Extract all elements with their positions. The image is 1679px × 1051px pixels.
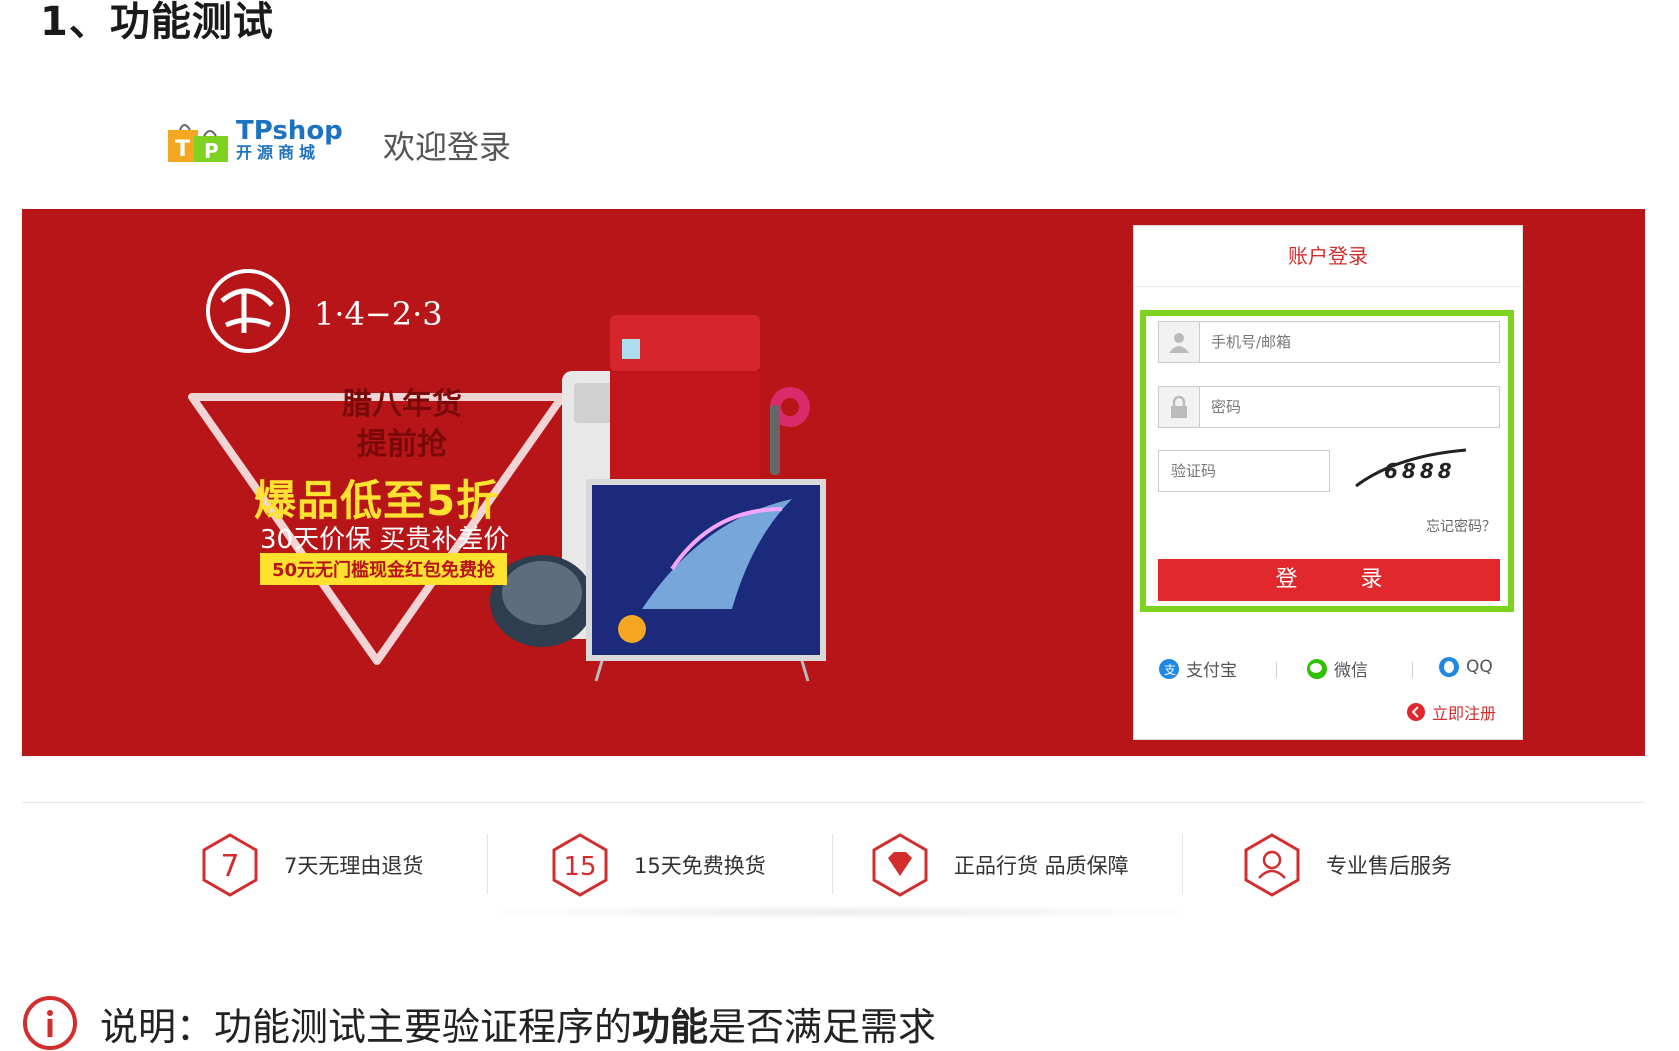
service-exchange: 15 15天免费换货 bbox=[550, 832, 766, 898]
brand-subtitle: 开源商城 bbox=[236, 143, 321, 162]
service-genuine-label: 正品行货 品质保障 bbox=[954, 854, 1129, 878]
service-support-label: 专业售后服务 bbox=[1326, 854, 1452, 878]
info-icon bbox=[23, 996, 77, 1050]
svg-text:T: T bbox=[175, 137, 190, 162]
captcha-image[interactable]: 6888 bbox=[1354, 448, 1472, 494]
social-separator bbox=[1276, 662, 1277, 678]
note-emphasis: 功能 bbox=[632, 1004, 709, 1049]
slide-heading: 1、功能测试 bbox=[40, 0, 274, 45]
svg-text:P: P bbox=[204, 139, 219, 163]
strip-shadow bbox=[460, 905, 1220, 919]
wechat-login[interactable]: 微信 bbox=[1306, 656, 1368, 681]
alipay-icon: 支 bbox=[1159, 658, 1179, 679]
welcome-text: 欢迎登录 bbox=[383, 128, 512, 166]
captcha-placeholder: 验证码 bbox=[1171, 462, 1217, 480]
promo-line1: 腊八年货 bbox=[342, 387, 462, 422]
service-exchange-label: 15天免费换货 bbox=[634, 854, 766, 878]
social-login: 支 支付宝 微信 QQ bbox=[1158, 656, 1500, 686]
note-prefix: 说明：功能测试主要验证程序的 bbox=[100, 1004, 633, 1049]
brand-name: TPshop bbox=[236, 116, 343, 146]
shopping-bag-icon: T P bbox=[168, 124, 228, 163]
social-separator bbox=[1412, 662, 1413, 678]
login-button[interactable]: 登 录 bbox=[1158, 559, 1500, 601]
hexagon-15-icon: 15 bbox=[552, 833, 608, 897]
password-placeholder: 密码 bbox=[1211, 398, 1242, 416]
explanation-note: 说明：功能测试主要验证程序的功能是否满足需求 bbox=[22, 995, 936, 1051]
service-separator bbox=[1182, 834, 1183, 894]
login-panel: 账户登录 手机号/邮箱 密码 验证码 6888 忘记密码？ 登 录 支 支付宝 … bbox=[1133, 225, 1523, 740]
user-icon bbox=[1159, 322, 1200, 362]
login-title: 账户登录 bbox=[1134, 226, 1522, 287]
forgot-password-link[interactable]: 忘记密码？ bbox=[1426, 516, 1496, 536]
svg-text:支: 支 bbox=[1164, 663, 1176, 677]
wechat-label: 微信 bbox=[1334, 661, 1368, 681]
qq-icon bbox=[1439, 657, 1459, 677]
tpshop-logo[interactable]: T P TPshop 开源商城 bbox=[166, 116, 343, 166]
alipay-login[interactable]: 支 支付宝 bbox=[1158, 656, 1237, 681]
svg-text:15: 15 bbox=[563, 852, 596, 882]
register-link[interactable]: 立即注册 bbox=[1406, 700, 1496, 724]
captcha-text: 6888 bbox=[1384, 459, 1456, 483]
qq-label: QQ bbox=[1466, 657, 1493, 677]
lock-icon bbox=[1159, 387, 1200, 427]
service-strip: 7 7天无理由退货 15 15天免费换货 正品行货 品质保障 专业售后服务 bbox=[22, 812, 1645, 912]
alipay-label: 支付宝 bbox=[1186, 661, 1237, 681]
svg-text:7: 7 bbox=[220, 849, 239, 884]
hexagon-7-icon: 7 bbox=[202, 833, 258, 897]
service-separator bbox=[487, 834, 488, 894]
note-suffix: 是否满足需求 bbox=[708, 1004, 937, 1049]
diamond-icon bbox=[872, 833, 928, 897]
promo-line2: 提前抢 bbox=[357, 427, 447, 462]
captcha-field[interactable]: 验证码 bbox=[1158, 450, 1330, 492]
section-divider bbox=[22, 802, 1645, 803]
qq-login[interactable]: QQ bbox=[1438, 656, 1493, 678]
service-genuine: 正品行货 品质保障 bbox=[870, 832, 1129, 898]
service-return: 7 7天无理由退货 bbox=[200, 832, 423, 898]
username-placeholder: 手机号/邮箱 bbox=[1211, 333, 1292, 351]
promo-subline: 30天价保 买贵补差价 bbox=[260, 525, 510, 555]
password-field[interactable]: 密码 bbox=[1158, 386, 1500, 428]
service-separator bbox=[832, 834, 833, 894]
wechat-icon bbox=[1307, 658, 1327, 679]
promo-tag[interactable]: 50元无门槛现金红包免费抢 bbox=[260, 553, 508, 585]
support-agent-icon bbox=[1244, 833, 1300, 897]
register-label: 立即注册 bbox=[1431, 704, 1496, 723]
username-field[interactable]: 手机号/邮箱 bbox=[1158, 321, 1500, 363]
promo-date: 1·4−2·3 bbox=[314, 295, 443, 333]
arrow-left-icon bbox=[1406, 703, 1425, 721]
service-return-label: 7天无理由退货 bbox=[284, 854, 424, 878]
service-support: 专业售后服务 bbox=[1242, 832, 1452, 898]
